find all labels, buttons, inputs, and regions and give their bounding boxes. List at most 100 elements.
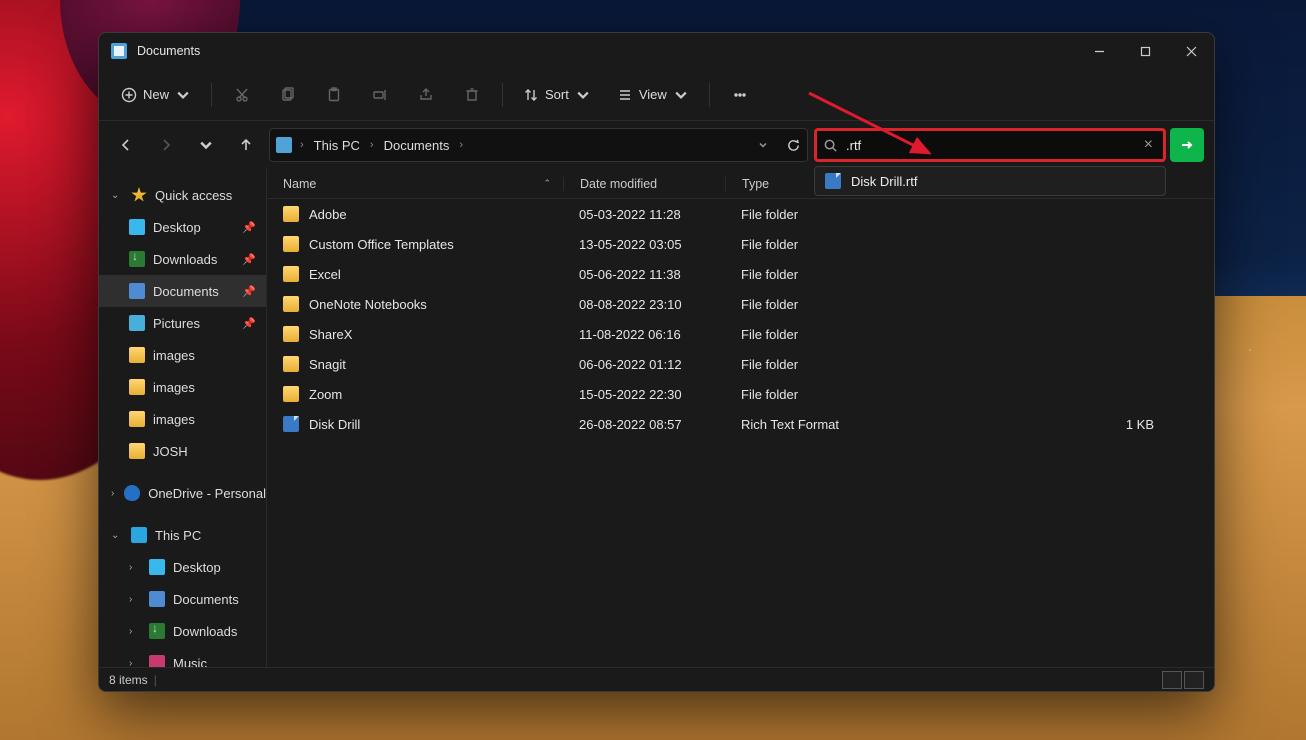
pin-icon: 📌 bbox=[242, 285, 256, 298]
folder-icon bbox=[276, 137, 292, 153]
copy-button[interactable] bbox=[268, 78, 308, 112]
view-button[interactable]: View bbox=[607, 78, 699, 112]
folder-icon bbox=[283, 296, 299, 312]
chevron-right-icon: › bbox=[129, 658, 141, 668]
sidebar-item[interactable]: ›Downloads bbox=[99, 615, 266, 647]
recent-button[interactable] bbox=[189, 128, 223, 162]
sidebar-item[interactable]: ›Music bbox=[99, 647, 266, 667]
folder-icon bbox=[283, 356, 299, 372]
dl-icon bbox=[149, 623, 165, 639]
search-input[interactable] bbox=[846, 138, 1132, 153]
refresh-icon[interactable] bbox=[786, 138, 801, 153]
chevron-down-icon bbox=[575, 87, 591, 103]
search-icon bbox=[823, 138, 838, 153]
sidebar-item[interactable]: images bbox=[99, 371, 266, 403]
sidebar-item[interactable]: Desktop📌 bbox=[99, 211, 266, 243]
pic-icon bbox=[129, 315, 145, 331]
window-title: Documents bbox=[137, 44, 200, 58]
file-list-pane: Name ⌃ Date modified Type Adobe05-03-202… bbox=[267, 169, 1214, 667]
search-go-button[interactable] bbox=[1170, 128, 1204, 162]
sidebar-item[interactable]: Pictures📌 bbox=[99, 307, 266, 339]
sidebar-item[interactable]: ›Documents bbox=[99, 583, 266, 615]
titlebar: Documents bbox=[99, 33, 1214, 69]
chevron-down-icon bbox=[673, 87, 689, 103]
sidebar-quick-access[interactable]: ⌄ Quick access bbox=[99, 179, 266, 211]
doc-icon bbox=[149, 591, 165, 607]
sidebar-onedrive[interactable]: › OneDrive - Personal bbox=[99, 477, 266, 509]
paste-button[interactable] bbox=[314, 78, 354, 112]
chevron-right-icon: › bbox=[129, 626, 141, 637]
chevron-right-icon: › bbox=[370, 139, 374, 151]
column-name[interactable]: Name ⌃ bbox=[267, 177, 563, 191]
sidebar-item[interactable]: images bbox=[99, 339, 266, 371]
share-button[interactable] bbox=[406, 78, 446, 112]
sort-button[interactable]: Sort bbox=[513, 78, 601, 112]
minimize-button[interactable] bbox=[1076, 33, 1122, 69]
clear-search-button[interactable]: × bbox=[1140, 136, 1157, 154]
file-row[interactable]: Custom Office Templates13-05-2022 03:05F… bbox=[267, 229, 1214, 259]
details-view-button[interactable] bbox=[1162, 671, 1182, 689]
sidebar-item[interactable]: images bbox=[99, 403, 266, 435]
doc-icon bbox=[129, 283, 145, 299]
folder-icon bbox=[283, 206, 299, 222]
star-icon bbox=[131, 187, 147, 203]
chevron-right-icon: › bbox=[129, 562, 141, 573]
file-row[interactable]: OneNote Notebooks08-08-2022 23:10File fo… bbox=[267, 289, 1214, 319]
chevron-down-icon[interactable] bbox=[758, 140, 768, 150]
music-icon bbox=[149, 655, 165, 667]
search-suggestion[interactable]: Disk Drill.rtf bbox=[814, 166, 1166, 196]
chevron-right-icon: › bbox=[459, 139, 463, 151]
cloud-icon bbox=[124, 485, 140, 501]
folder-icon bbox=[129, 443, 145, 459]
file-row[interactable]: Adobe05-03-2022 11:28File folder bbox=[267, 199, 1214, 229]
forward-button[interactable] bbox=[149, 128, 183, 162]
folder-icon bbox=[111, 43, 127, 59]
file-row[interactable]: Excel05-06-2022 11:38File folder bbox=[267, 259, 1214, 289]
folder-icon bbox=[129, 411, 145, 427]
file-row[interactable]: Snagit06-06-2022 01:12File folder bbox=[267, 349, 1214, 379]
new-button[interactable]: New bbox=[111, 78, 201, 112]
desktop-icon bbox=[129, 219, 145, 235]
sidebar-item[interactable]: ›Desktop bbox=[99, 551, 266, 583]
more-button[interactable] bbox=[720, 78, 760, 112]
sort-label: Sort bbox=[545, 87, 569, 102]
chevron-right-icon: › bbox=[129, 594, 141, 605]
rtf-file-icon bbox=[283, 416, 299, 432]
column-date[interactable]: Date modified bbox=[563, 177, 725, 191]
thumbnails-view-button[interactable] bbox=[1184, 671, 1204, 689]
folder-icon bbox=[129, 379, 145, 395]
file-row[interactable]: ShareX11-08-2022 06:16File folder bbox=[267, 319, 1214, 349]
chevron-down-icon: ⌄ bbox=[111, 190, 123, 201]
delete-button[interactable] bbox=[452, 78, 492, 112]
address-bar[interactable]: › This PC › Documents › bbox=[269, 128, 808, 162]
sidebar-item[interactable]: JOSH bbox=[99, 435, 266, 467]
folder-icon bbox=[283, 386, 299, 402]
breadcrumb-segment[interactable]: This PC bbox=[308, 135, 366, 156]
chevron-down-icon bbox=[175, 87, 191, 103]
sidebar: ⌄ Quick access Desktop📌Downloads📌Documen… bbox=[99, 169, 267, 667]
chevron-right-icon: › bbox=[300, 139, 304, 151]
file-row[interactable]: Disk Drill26-08-2022 08:57Rich Text Form… bbox=[267, 409, 1214, 439]
chevron-down-icon: ⌄ bbox=[111, 530, 123, 541]
rtf-file-icon bbox=[825, 173, 841, 189]
cut-button[interactable] bbox=[222, 78, 262, 112]
folder-icon bbox=[283, 326, 299, 342]
search-box[interactable]: × bbox=[814, 128, 1166, 162]
file-row[interactable]: Zoom15-05-2022 22:30File folder bbox=[267, 379, 1214, 409]
new-label: New bbox=[143, 87, 169, 102]
back-button[interactable] bbox=[109, 128, 143, 162]
maximize-button[interactable] bbox=[1122, 33, 1168, 69]
monitor-icon bbox=[131, 527, 147, 543]
dl-icon bbox=[129, 251, 145, 267]
pin-icon: 📌 bbox=[242, 253, 256, 266]
rename-button[interactable] bbox=[360, 78, 400, 112]
sidebar-item[interactable]: Downloads📌 bbox=[99, 243, 266, 275]
chevron-right-icon: › bbox=[111, 488, 116, 499]
view-label: View bbox=[639, 87, 667, 102]
item-count: 8 items bbox=[109, 673, 148, 687]
sidebar-item[interactable]: Documents📌 bbox=[99, 275, 266, 307]
up-button[interactable] bbox=[229, 128, 263, 162]
sidebar-this-pc[interactable]: ⌄ This PC bbox=[99, 519, 266, 551]
breadcrumb-segment[interactable]: Documents bbox=[378, 135, 456, 156]
close-button[interactable] bbox=[1168, 33, 1214, 69]
